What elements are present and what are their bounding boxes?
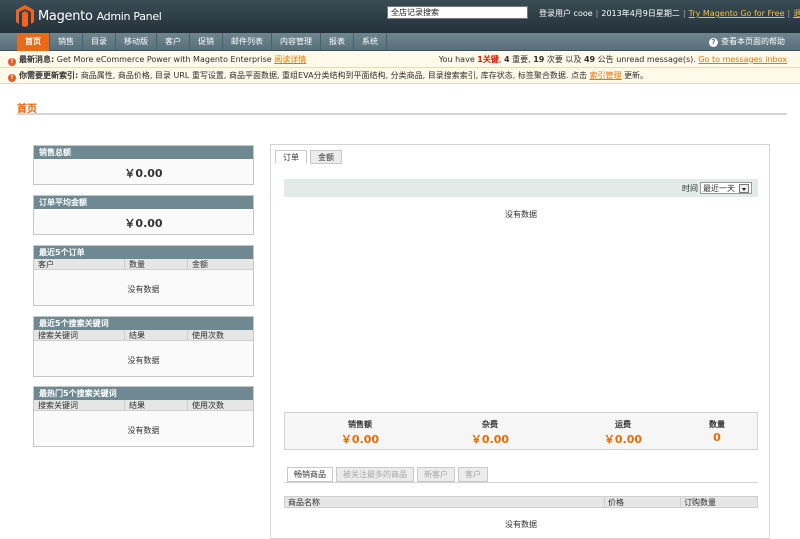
current-date: 2013年4月9日星期二 — [601, 9, 680, 18]
last-orders-empty: 没有数据 — [127, 285, 160, 294]
help-icon: ? — [709, 37, 718, 47]
last-search-box: 最近5个搜索关键词 搜索关键词 结果 使用次数 没有数据 — [33, 316, 254, 377]
tab-most-viewed[interactable]: 被关注最多的商品 — [336, 467, 414, 482]
tab-customers[interactable]: 客户 — [458, 467, 488, 482]
last-search-grid-header: 搜索关键词 结果 使用次数 — [34, 330, 253, 341]
period-select[interactable]: 最近一天 — [700, 182, 752, 194]
column-header[interactable]: 商品名称 — [285, 497, 605, 507]
column-header[interactable]: 结果 — [125, 400, 188, 410]
tab-new-customers[interactable]: 新客户 — [417, 467, 455, 482]
top-search-empty: 没有数据 — [127, 426, 160, 435]
column-header[interactable]: 客户 — [34, 259, 125, 269]
grid-tabs: 畅销商品 被关注最多的商品 新客户 客户 — [287, 467, 491, 482]
dashboard-chart-panel: 订单 金额 时间 最近一天 没有数据 销售额 ￥0.00 杂费 ￥0.00 运费 ￥0… — [270, 144, 770, 539]
magento-logo[interactable]: Magento Admin Panel — [16, 5, 162, 27]
top-search-title: 最热门5个搜索关键词 — [34, 387, 253, 400]
column-header[interactable]: 使用次数 — [188, 330, 253, 340]
total-revenue: 销售额 ￥0.00 — [340, 420, 380, 446]
help-label: 查看本页面的帮助 — [721, 37, 785, 46]
index-notice-label: 你需要更新索引: — [19, 71, 79, 80]
latest-message-bar: ! 最新消息: Get More eCommerce Power with Mag… — [0, 52, 800, 68]
chevron-down-icon — [739, 183, 749, 193]
tab-orders[interactable]: 订单 — [275, 150, 307, 164]
sales-total-title: 销售总额 — [34, 146, 253, 159]
index-management-link[interactable]: 索引管理 — [590, 71, 622, 80]
nav-item-newsletter[interactable]: 邮件列表 — [223, 33, 272, 51]
column-header[interactable]: 使用次数 — [188, 400, 253, 410]
try-magento-go-link[interactable]: Try Magento Go for Free — [689, 9, 785, 18]
unread-messages-summary: You have 1关键, 4 重要, 19 次要 以及 49 公告 unrea… — [438, 55, 787, 64]
column-header[interactable]: 结果 — [125, 330, 188, 340]
tab-bestsellers[interactable]: 畅销商品 — [287, 467, 333, 482]
totals-bar: 销售额 ￥0.00 杂费 ￥0.00 运费 ￥0.00 数量 0 — [284, 412, 758, 450]
main-nav: 首页 销售 目录 移动版 客户 促销 邮件列表 内容管理 报表 系统 ? 查看本… — [0, 33, 800, 51]
chart-period: 时间 最近一天 — [682, 182, 752, 194]
nav-item-cms[interactable]: 内容管理 — [272, 33, 321, 51]
alert-icon: ! — [8, 58, 16, 66]
avg-order-value: ￥0.00 — [124, 217, 163, 230]
index-notice-text: 商品属性, 商品价格, 目录 URL 重写设置, 商品平面数据, 重组EVA分类… — [80, 71, 587, 80]
top-search-box: 最热门5个搜索关键词 搜索关键词 结果 使用次数 没有数据 — [33, 386, 254, 447]
nav-item-system[interactable]: 系统 — [354, 33, 387, 51]
header-user-links: 登录用户 cooe | 2013年4月9日星期二 | Try Magento Go fo… — [539, 8, 800, 19]
tab-amounts[interactable]: 金额 — [310, 150, 342, 164]
nav-item-mobile[interactable]: 移动版 — [116, 33, 157, 51]
nav-item-customers[interactable]: 客户 — [157, 33, 190, 51]
last-orders-grid-header: 客户 数量 金额 — [34, 259, 253, 270]
help-link[interactable]: ? 查看本页面的帮助 — [709, 33, 785, 51]
logo-text: Magento Admin Panel — [38, 8, 162, 24]
last-orders-title: 最近5个订单 — [34, 246, 253, 259]
column-header[interactable]: 数量 — [125, 259, 188, 269]
period-label: 时间 — [682, 183, 698, 193]
nav-item-sales[interactable]: 销售 — [50, 33, 83, 51]
last-search-title: 最近5个搜索关键词 — [34, 317, 253, 330]
avg-order-box: 订单平均金额 ￥0.00 — [33, 195, 254, 235]
chart-tabs: 订单 金额 — [275, 150, 345, 164]
column-header[interactable]: 搜索关键词 — [34, 330, 125, 340]
sales-total-box: 销售总额 ￥0.00 — [33, 145, 254, 185]
global-search-input[interactable] — [387, 6, 528, 19]
header-bar: MagentoAdmin Panel 登录用户 cooe|2013年4月9日星期… — [0, 0, 800, 33]
avg-order-title: 订单平均金额 — [34, 196, 253, 209]
logged-in-user: 登录用户 cooe — [539, 9, 593, 18]
nav-item-catalog[interactable]: 目录 — [83, 33, 116, 51]
chart-toolbar: 时间 最近一天 — [284, 179, 758, 197]
column-header[interactable]: 订购数量 — [681, 497, 757, 507]
messages-inbox-link[interactable]: Go to messages inbox — [698, 55, 787, 64]
nav-item-dashboard[interactable]: 首页 — [17, 33, 50, 51]
bestsellers-empty: 没有数据 — [505, 520, 537, 529]
grid-tabs-divider — [284, 482, 758, 483]
index-notice-bar: ! 你需要更新索引: 商品属性, 商品价格, 目录 URL 重写设置, 商品平面数… — [0, 68, 800, 84]
nav-item-reports[interactable]: 报表 — [321, 33, 354, 51]
column-header[interactable]: 价格 — [605, 497, 681, 507]
alert-icon: ! — [8, 74, 16, 82]
total-quantity: 数量 0 — [709, 420, 725, 444]
bestsellers-grid-header: 商品名称 价格 订购数量 — [284, 496, 758, 508]
last-search-empty: 没有数据 — [127, 356, 160, 365]
magento-logo-icon — [16, 5, 34, 27]
sales-total-value: ￥0.00 — [124, 167, 163, 180]
latest-message-text: Get More eCommerce Power with Magento En… — [56, 55, 272, 64]
read-details-link[interactable]: 阅读详情 — [274, 55, 306, 64]
title-divider — [17, 113, 787, 115]
last-orders-box: 最近5个订单 客户 数量 金额 没有数据 — [33, 245, 254, 306]
logout-link[interactable]: 退出 — [793, 9, 800, 18]
nav-item-promotions[interactable]: 促销 — [190, 33, 223, 51]
column-header[interactable]: 金额 — [188, 259, 253, 269]
chart-empty: 没有数据 — [505, 210, 537, 219]
latest-message-label: 最新消息: — [19, 55, 55, 64]
top-search-grid-header: 搜索关键词 结果 使用次数 — [34, 400, 253, 411]
column-header[interactable]: 搜索关键词 — [34, 400, 125, 410]
total-tax: 杂费 ￥0.00 — [470, 420, 510, 446]
